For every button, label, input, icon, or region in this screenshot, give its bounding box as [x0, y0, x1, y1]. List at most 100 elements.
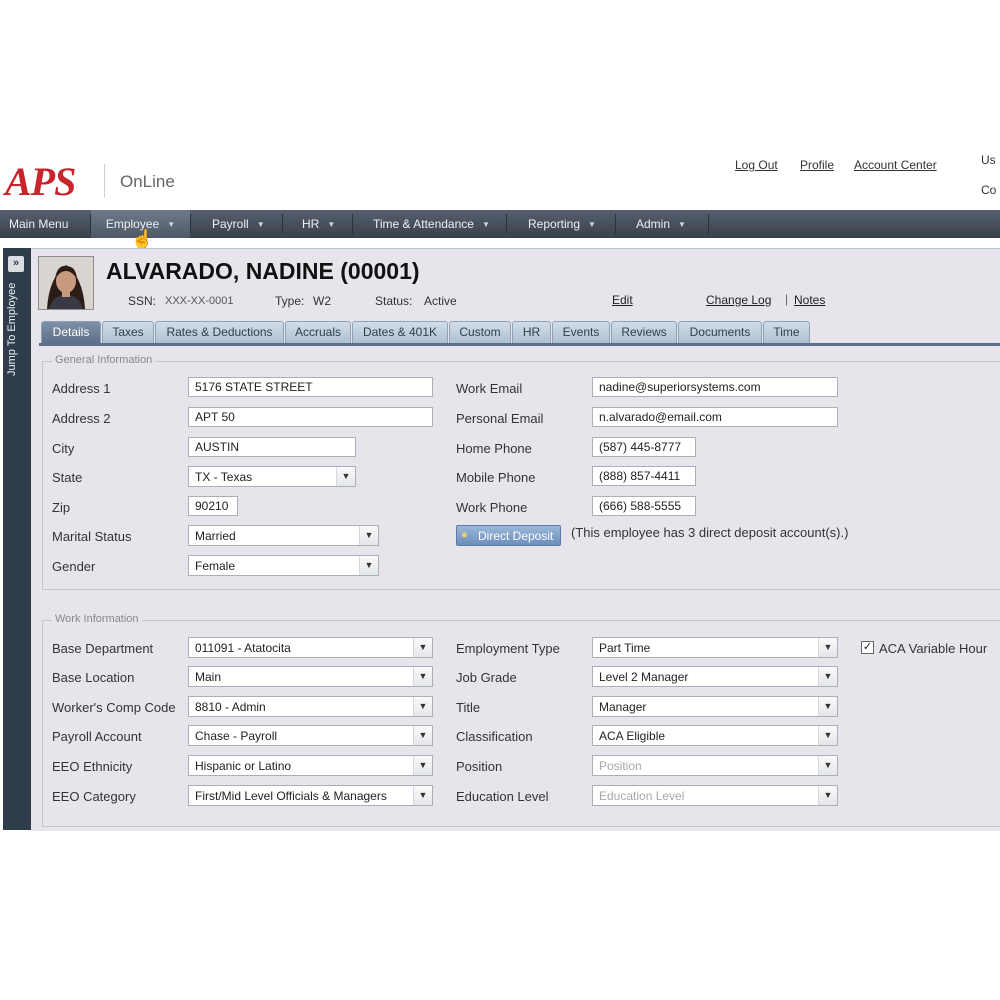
chevron-down-icon: ▼	[413, 638, 432, 657]
zip-label: Zip	[52, 500, 71, 515]
work-email-label: Work Email	[456, 381, 523, 396]
employment-type-select[interactable]: Part Time ▼	[592, 637, 838, 658]
payroll-account-label: Payroll Account	[52, 729, 142, 744]
workers-comp-code-select[interactable]: 8810 - Admin ▼	[188, 696, 433, 717]
tab-documents[interactable]: Documents	[678, 321, 762, 343]
work-email-input[interactable]	[592, 377, 838, 397]
tab-events[interactable]: Events	[552, 321, 610, 343]
notes-link[interactable]: Notes	[794, 293, 825, 307]
address1-input[interactable]	[188, 377, 433, 397]
work-phone-input[interactable]	[592, 496, 696, 516]
chevron-down-icon: ▼	[359, 526, 378, 545]
chevron-down-icon: ▼	[359, 556, 378, 575]
truncated-header-text: Us	[981, 153, 996, 167]
education-level-label: Education Level	[456, 789, 549, 804]
link-separator: |	[785, 292, 789, 306]
home-phone-input[interactable]	[592, 437, 696, 457]
chevron-down-icon: ▼	[818, 638, 837, 657]
menu-payroll[interactable]: Payroll ▼	[212, 210, 265, 238]
education-level-select[interactable]: Education Level ▼	[592, 785, 838, 806]
base-location-select[interactable]: Main ▼	[188, 666, 433, 687]
tab-accruals[interactable]: Accruals	[285, 321, 351, 343]
menu-reporting[interactable]: Reporting ▼	[528, 210, 596, 238]
address1-label: Address 1	[52, 381, 111, 396]
menu-time-attendance[interactable]: Time & Attendance ▼	[373, 210, 490, 238]
change-log-link[interactable]: Change Log	[706, 293, 771, 307]
tab-custom[interactable]: Custom	[449, 321, 511, 343]
personal-email-input[interactable]	[592, 407, 838, 427]
profile-link[interactable]: Profile	[800, 158, 834, 172]
state-select[interactable]: TX - Texas ▼	[188, 466, 356, 487]
title-select[interactable]: Manager ▼	[592, 696, 838, 717]
eeo-ethnicity-select[interactable]: Hispanic or Latino ▼	[188, 755, 433, 776]
eeo-ethnicity-label: EEO Ethnicity	[52, 759, 133, 774]
tab-reviews[interactable]: Reviews	[611, 321, 677, 343]
tab-details[interactable]: Details	[41, 321, 101, 344]
job-grade-label: Job Grade	[456, 670, 517, 685]
jump-to-employee-label[interactable]: Jump To Employee	[6, 283, 18, 376]
tab-underline	[39, 343, 1000, 346]
base-department-select[interactable]: 011091 - Atatocita ▼	[188, 637, 433, 658]
employee-name: ALVARADO, NADINE (00001)	[106, 258, 420, 284]
logout-link[interactable]: Log Out	[735, 158, 778, 172]
gender-select[interactable]: Female ▼	[188, 555, 379, 576]
tab-time[interactable]: Time	[763, 321, 810, 343]
work-information-legend: Work Information	[52, 613, 142, 625]
chevron-down-icon: ▼	[336, 467, 355, 486]
base-location-label: Base Location	[52, 670, 135, 685]
product-name: OnLine	[120, 172, 175, 191]
payroll-account-select[interactable]: Chase - Payroll ▼	[188, 725, 433, 746]
chevron-down-icon: ▼	[413, 786, 432, 805]
chevron-down-icon: ▼	[818, 667, 837, 686]
status-label: Status:	[375, 294, 413, 308]
ssn-label: SSN:	[128, 294, 157, 308]
aca-variable-hour-label: ACA Variable Hour	[879, 641, 988, 656]
employment-type-label: Employment Type	[456, 641, 560, 656]
city-input[interactable]	[188, 437, 356, 457]
base-department-label: Base Department	[52, 641, 154, 656]
chevron-down-icon: ▼	[413, 756, 432, 775]
tab-rates-deductions[interactable]: Rates & Deductions	[155, 321, 284, 343]
marital-status-select[interactable]: Married ▼	[188, 525, 379, 546]
job-grade-select[interactable]: Level 2 Manager ▼	[592, 666, 838, 687]
double-chevron-right-icon[interactable]: »	[8, 256, 24, 272]
classification-select[interactable]: ACA Eligible ▼	[592, 725, 838, 746]
account-center-link[interactable]: Account Center	[854, 158, 937, 172]
menu-hr[interactable]: HR ▼	[302, 210, 335, 238]
tab-dates-401k[interactable]: Dates & 401K	[352, 321, 448, 343]
menu-main-menu[interactable]: Main Menu	[9, 210, 68, 238]
type-value: W2	[313, 294, 331, 308]
menu-admin[interactable]: Admin ▼	[636, 210, 686, 238]
classification-label: Classification	[456, 729, 533, 744]
chevron-down-icon: ▼	[413, 667, 432, 686]
mouse-cursor-icon: ☝	[131, 229, 154, 249]
eeo-category-select[interactable]: First/Mid Level Officials & Managers ▼	[188, 785, 433, 806]
marital-status-label: Marital Status	[52, 529, 132, 544]
zip-input[interactable]	[188, 496, 238, 516]
gender-label: Gender	[52, 559, 96, 574]
status-value: Active	[424, 294, 457, 308]
ssn-value: XXX-XX-0001	[165, 295, 234, 307]
eeo-category-label: EEO Category	[52, 789, 136, 804]
edit-link[interactable]: Edit	[612, 293, 633, 307]
employee-avatar	[38, 256, 94, 310]
caret-down-icon: ▼	[256, 220, 265, 229]
mobile-phone-input[interactable]	[592, 466, 696, 486]
home-phone-label: Home Phone	[456, 441, 532, 456]
chevron-down-icon: ▼	[413, 726, 432, 745]
caret-down-icon: ▼	[678, 220, 686, 229]
chevron-down-icon: ▼	[818, 756, 837, 775]
title-label: Title	[456, 700, 481, 715]
tab-hr[interactable]: HR	[512, 321, 551, 343]
chevron-down-icon: ▼	[818, 786, 837, 805]
address2-input[interactable]	[188, 407, 433, 427]
tab-taxes[interactable]: Taxes	[102, 321, 154, 343]
direct-deposit-button[interactable]: ● Direct Deposit	[456, 525, 561, 546]
general-information-legend: General Information	[52, 354, 156, 366]
personal-email-label: Personal Email	[456, 411, 544, 426]
address2-label: Address 2	[52, 411, 111, 426]
position-select[interactable]: Position ▼	[592, 755, 838, 776]
state-label: State	[52, 470, 83, 485]
aca-variable-hour-checkbox[interactable]: ✓	[861, 641, 874, 654]
chevron-down-icon: ▼	[413, 697, 432, 716]
